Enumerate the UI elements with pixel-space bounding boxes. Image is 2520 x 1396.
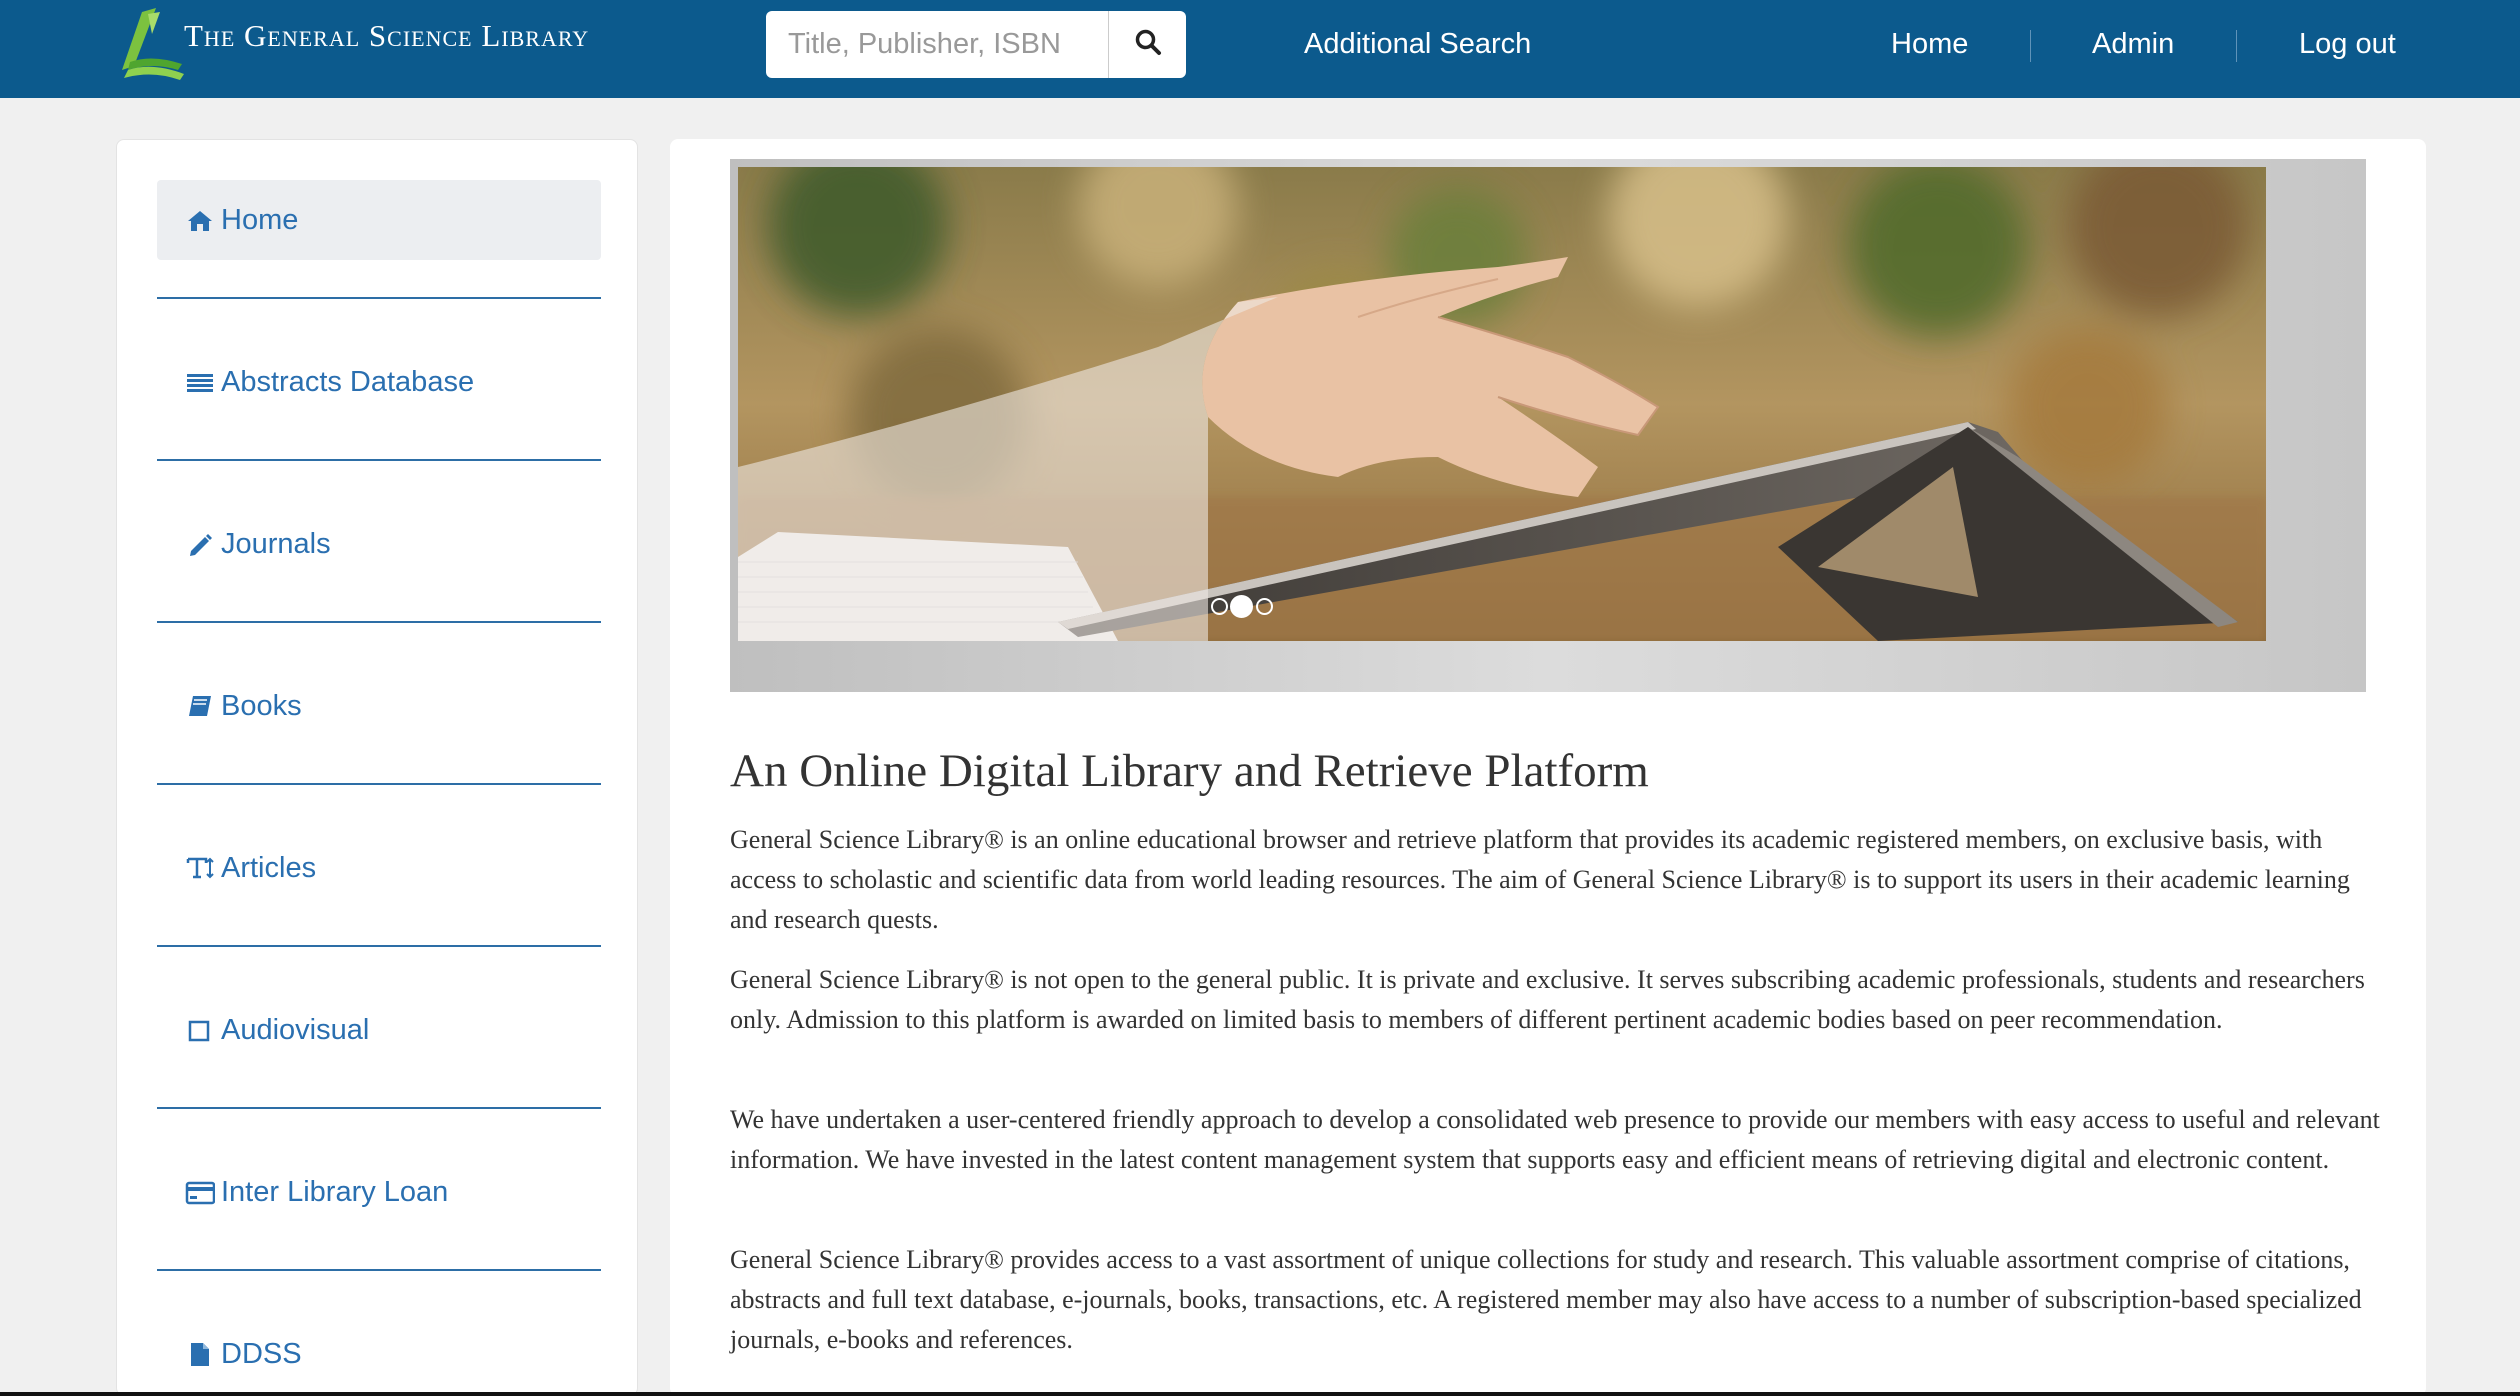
page-title: An Online Digital Library and Retrieve P…: [730, 745, 1649, 797]
sidebar-divider: [157, 297, 601, 299]
main-content: An Online Digital Library and Retrieve P…: [670, 139, 2426, 1396]
sidebar-divider: [157, 1107, 601, 1109]
sidebar-item-label: Books: [221, 689, 302, 722]
carousel: [730, 159, 2366, 692]
collections-paragraph: General Science Library® provides access…: [730, 1245, 2362, 1354]
sidebar-item-label: Abstracts Database: [221, 365, 475, 398]
bottom-border: [0, 1392, 2520, 1396]
sidebar-item-ddss[interactable]: DDSS: [157, 1314, 601, 1394]
carousel-dot-3[interactable]: [1256, 598, 1273, 615]
site-title[interactable]: The General Science Library: [184, 18, 589, 54]
credit-card-icon: [185, 1177, 216, 1207]
book-icon: [185, 691, 215, 721]
list-icon: [185, 367, 215, 397]
text-height-icon: [185, 853, 215, 883]
sidebar-item-label: Audiovisual: [221, 1013, 370, 1046]
sidebar-item-journals[interactable]: Journals: [157, 504, 601, 584]
sidebar-item-home[interactable]: Home: [157, 180, 601, 260]
sidebar-item-label: Journals: [221, 527, 331, 560]
carousel-dot-1[interactable]: [1211, 598, 1228, 615]
sidebar-divider: [157, 1269, 601, 1271]
nav-home-link[interactable]: Home: [1891, 28, 1968, 61]
home-icon: [185, 205, 215, 235]
additional-search-link[interactable]: Additional Search: [1304, 28, 1531, 61]
nav-admin-link[interactable]: Admin: [2092, 28, 2174, 61]
search-button[interactable]: [1108, 11, 1187, 78]
search-input[interactable]: [766, 11, 1108, 78]
carousel-dot-2[interactable]: [1230, 595, 1253, 618]
sidebar-item-books[interactable]: Books: [157, 666, 601, 746]
nav-separator: [2030, 30, 2031, 62]
sidebar-item-audiovisual[interactable]: Audiovisual: [157, 990, 601, 1070]
search-icon: [1134, 28, 1162, 61]
access-paragraph: General Science Library® is not open to …: [730, 965, 2365, 1034]
sidebar-item-label: Home: [221, 203, 299, 236]
sidebar-divider: [157, 621, 601, 623]
sidebar-divider: [157, 945, 601, 947]
sidebar-divider: [157, 459, 601, 461]
sidebar-item-inter-library-loan[interactable]: Inter Library Loan: [157, 1152, 601, 1232]
sidebar-item-articles[interactable]: Articles: [157, 828, 601, 908]
sidebar-item-label: DDSS: [221, 1337, 302, 1370]
approach-paragraph: We have undertaken a user-centered frien…: [730, 1105, 2380, 1174]
square-icon: [185, 1015, 215, 1045]
top-navbar: The General Science Library Additional S…: [0, 0, 2520, 98]
intro-paragraph: General Science Library® is an online ed…: [730, 825, 2350, 934]
sidebar-divider: [157, 783, 601, 785]
sidebar-item-label: Articles: [221, 851, 317, 884]
sidebar-item-abstracts-database[interactable]: Abstracts Database: [157, 342, 601, 422]
nav-logout-link[interactable]: Log out: [2299, 28, 2396, 61]
search-box: [766, 11, 1186, 78]
nav-separator: [2236, 30, 2237, 62]
pencil-icon: [185, 529, 215, 559]
file-icon: [185, 1339, 215, 1369]
sidebar: Home Abstracts Database Journals Books A…: [116, 139, 638, 1396]
sidebar-item-label: Inter Library Loan: [221, 1175, 449, 1208]
carousel-slide-image: [738, 167, 2266, 641]
